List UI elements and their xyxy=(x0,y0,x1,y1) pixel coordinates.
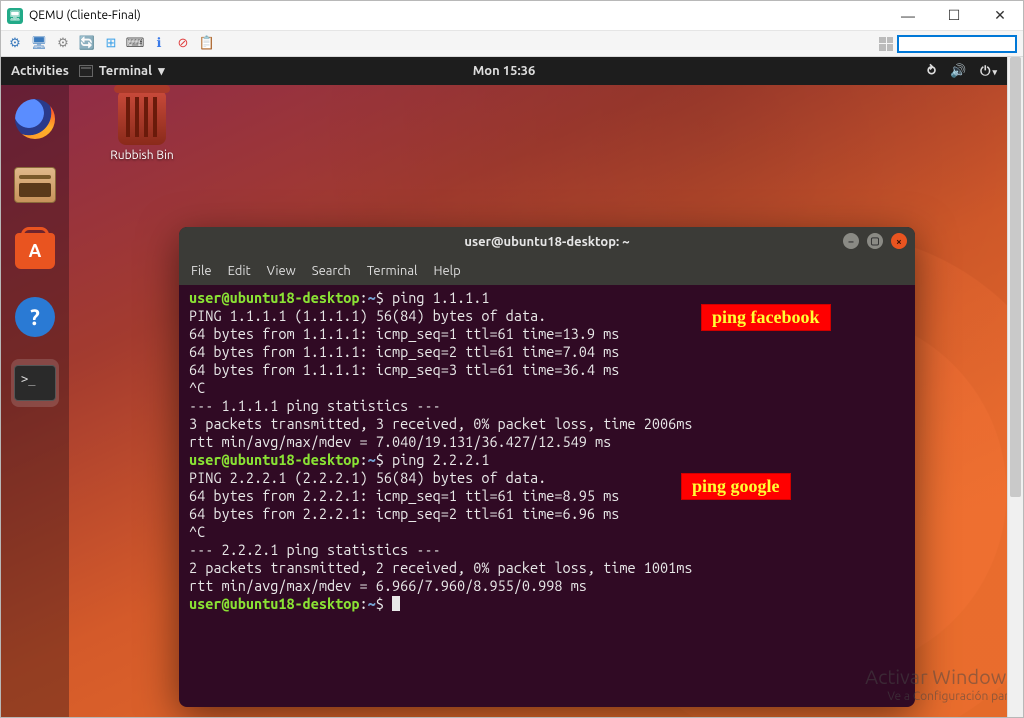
terminal-menu-help[interactable]: Help xyxy=(433,264,460,278)
refresh-icon[interactable]: 🔄 xyxy=(79,36,95,52)
window-titlebar[interactable]: 🖥 QEMU (Cliente-Final) — ☐ ✕ xyxy=(1,1,1023,31)
qemu-window: 🖥 QEMU (Cliente-Final) — ☐ ✕ ⚙ 🖥 ⚙ 🔄 ⊞ ⌨ ℹ ⊘ 📋 A… xyxy=(0,0,1024,718)
files-icon xyxy=(14,167,56,203)
dock-software[interactable] xyxy=(11,227,59,275)
gear-icon[interactable]: ⚙ xyxy=(55,36,71,52)
scrollbar-thumb[interactable] xyxy=(1010,57,1021,497)
close-red-icon[interactable]: ⊘ xyxy=(175,36,191,52)
dock-files[interactable] xyxy=(11,161,59,209)
gnome-top-bar: Activities Terminal ▾ Mon 15:36 ⥁ 🔊 ⏻▾ xyxy=(1,57,1007,85)
activities-button[interactable]: Activities xyxy=(11,64,69,78)
firefox-icon xyxy=(15,99,55,139)
dock-help[interactable]: ? xyxy=(11,293,59,341)
maximize-button[interactable]: ☐ xyxy=(931,1,977,31)
cog-pair-icon[interactable]: ⚙ xyxy=(7,36,23,52)
terminal-menubar: File Edit View Search Terminal Help xyxy=(179,257,915,285)
network-icon[interactable]: ⥁ xyxy=(927,64,936,79)
close-button[interactable]: ✕ xyxy=(977,1,1023,31)
windows-key-icon[interactable]: ⊞ xyxy=(103,36,119,52)
trash-icon xyxy=(118,91,166,145)
vm-scrollbar[interactable] xyxy=(1007,57,1023,717)
terminal-close-button[interactable]: × xyxy=(891,233,907,249)
grid-icon[interactable] xyxy=(879,37,893,51)
app-menu[interactable]: Terminal ▾ xyxy=(79,64,165,79)
ubuntu-desktop[interactable]: Activities Terminal ▾ Mon 15:36 ⥁ 🔊 ⏻▾ xyxy=(1,57,1007,717)
terminal-mini-icon xyxy=(79,65,93,77)
terminal-menu-file[interactable]: File xyxy=(191,264,212,278)
software-icon xyxy=(15,233,55,269)
dock-terminal[interactable] xyxy=(11,359,59,407)
annotation-ping-facebook: ping facebook xyxy=(701,304,831,331)
terminal-menu-search[interactable]: Search xyxy=(312,264,351,278)
clipboard-icon[interactable]: 📋 xyxy=(199,36,215,52)
terminal-window[interactable]: user@ubuntu18-desktop: ~ – ▢ × File Edit V… xyxy=(179,227,915,707)
dock: ? xyxy=(1,85,69,717)
window-title: QEMU (Cliente-Final) xyxy=(29,9,141,22)
minimize-button[interactable]: — xyxy=(885,1,931,31)
qemu-toolbar: ⚙ 🖥 ⚙ 🔄 ⊞ ⌨ ℹ ⊘ 📋 xyxy=(1,31,1023,57)
terminal-output[interactable]: user@ubuntu18-desktop:~$ ping 1.1.1.1 PI… xyxy=(179,285,915,623)
desktop-trash[interactable]: Rubbish Bin xyxy=(97,85,187,162)
app-menu-label: Terminal xyxy=(99,64,152,78)
info-icon[interactable]: ℹ xyxy=(151,36,167,52)
qemu-search-input[interactable] xyxy=(897,35,1017,53)
qemu-app-icon: 🖥 xyxy=(7,8,23,24)
terminal-minimize-button[interactable]: – xyxy=(843,233,859,249)
terminal-title-text: user@ubuntu18-desktop: ~ xyxy=(464,235,629,249)
help-icon: ? xyxy=(15,297,55,337)
power-icon[interactable]: ⏻▾ xyxy=(980,64,997,79)
annotation-ping-google: ping google xyxy=(681,473,791,500)
terminal-menu-terminal[interactable]: Terminal xyxy=(367,264,418,278)
dock-firefox[interactable] xyxy=(11,95,59,143)
vm-viewport: Activities Terminal ▾ Mon 15:36 ⥁ 🔊 ⏻▾ xyxy=(1,57,1023,717)
terminal-icon xyxy=(14,365,56,401)
trash-label: Rubbish Bin xyxy=(97,149,187,162)
volume-icon[interactable]: 🔊 xyxy=(950,64,966,79)
chevron-down-icon: ▾ xyxy=(158,64,165,79)
monitor-icon[interactable]: 🖥 xyxy=(31,36,47,52)
terminal-maximize-button[interactable]: ▢ xyxy=(867,233,883,249)
clock[interactable]: Mon 15:36 xyxy=(473,64,536,78)
terminal-menu-edit[interactable]: Edit xyxy=(228,264,251,278)
terminal-titlebar[interactable]: user@ubuntu18-desktop: ~ – ▢ × xyxy=(179,227,915,257)
terminal-menu-view[interactable]: View xyxy=(267,264,296,278)
keyboard-icon[interactable]: ⌨ xyxy=(127,36,143,52)
